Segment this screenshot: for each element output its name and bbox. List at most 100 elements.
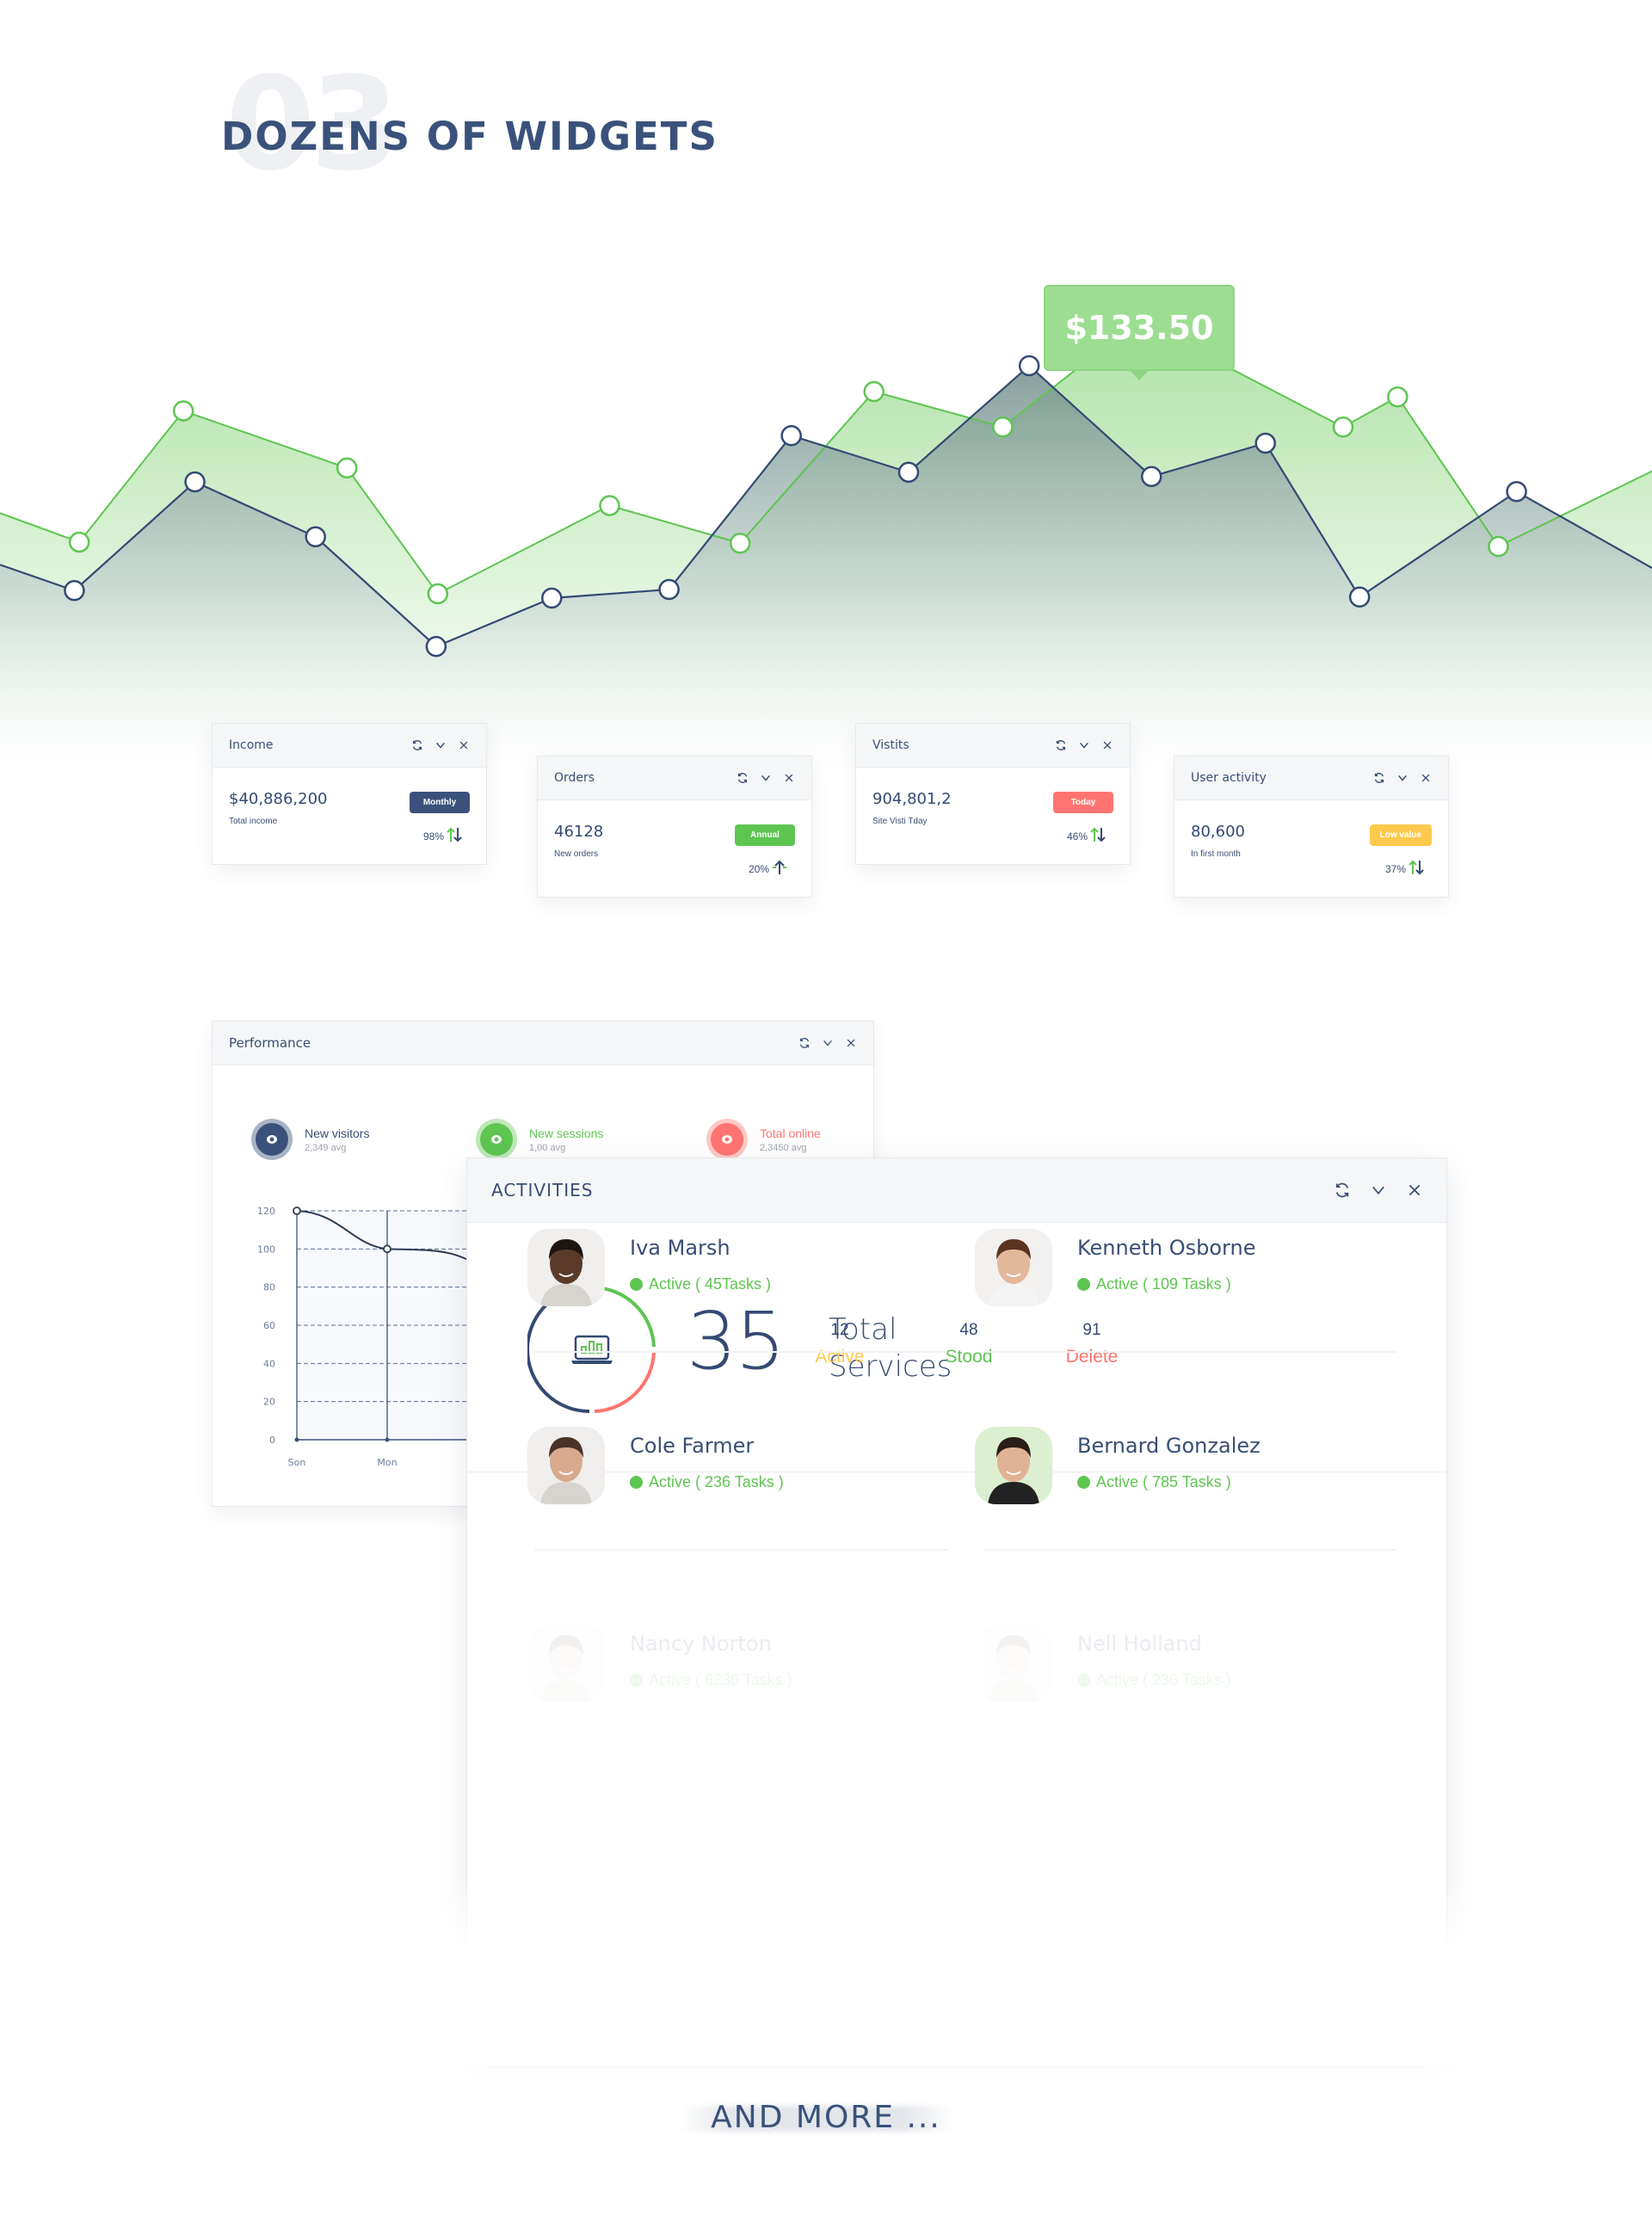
row-divider <box>534 1351 947 1353</box>
chevron-down-icon[interactable] <box>822 1037 834 1049</box>
person-list-item[interactable]: Nancy Norton Active ( 6236 Tasks ) <box>527 1625 792 1702</box>
green-data-point[interactable] <box>427 583 449 605</box>
stat-value: 80,600 <box>1191 823 1245 841</box>
person-list-item[interactable]: Cole Farmer Active ( 236 Tasks ) <box>527 1427 784 1504</box>
performance-legend-item[interactable]: Total online 2,3450 avg <box>706 1119 821 1160</box>
status-dot-icon <box>630 1278 643 1291</box>
navy-data-point[interactable] <box>425 636 447 657</box>
green-data-point[interactable] <box>172 400 194 422</box>
y-tick-label: 20 <box>263 1397 275 1408</box>
legend-label: New sessions <box>529 1126 604 1140</box>
green-data-point[interactable] <box>336 457 358 478</box>
status-dot-icon <box>630 1674 643 1687</box>
avatar <box>975 1427 1052 1504</box>
performance-data-point[interactable] <box>293 1207 301 1215</box>
green-data-point[interactable] <box>68 531 90 553</box>
up-down-arrows-icon <box>447 826 462 846</box>
close-icon[interactable] <box>1101 739 1113 751</box>
refresh-icon[interactable] <box>1333 1181 1352 1200</box>
activity-stat-label: Active <box>815 1347 865 1367</box>
green-data-point[interactable] <box>599 495 620 516</box>
period-badge[interactable]: Today <box>1053 792 1113 813</box>
stat-trend: 37% <box>1385 859 1424 879</box>
stat-card-body: 904,801,2 Site Visti Tday Today 46% <box>856 768 1130 864</box>
person-name: Nell Holland <box>1077 1632 1202 1656</box>
stat-trend: 98% <box>423 826 462 846</box>
period-badge[interactable]: Low value <box>1369 824 1432 846</box>
navy-data-point[interactable] <box>1506 481 1527 503</box>
trend-percent: 20% <box>748 862 769 875</box>
person-name: Iva Marsh <box>630 1236 730 1260</box>
performance-legend-item[interactable]: New visitors 2,349 avg <box>251 1119 369 1160</box>
period-badge[interactable]: Monthly <box>410 792 470 813</box>
person-status-text: Active ( 109 Tasks ) <box>1096 1275 1231 1293</box>
activity-stat-label: Delete <box>1065 1347 1119 1367</box>
person-status: Active ( 236 Tasks ) <box>1077 1671 1231 1689</box>
green-data-point[interactable] <box>1332 417 1354 438</box>
refresh-icon[interactable] <box>1055 739 1067 751</box>
close-icon[interactable] <box>1420 772 1432 784</box>
stat-card-title: Vistits <box>872 738 909 752</box>
performance-legend-item[interactable]: New sessions 1,00 avg <box>476 1119 603 1160</box>
person-list-item[interactable]: Bernard Gonzalez Active ( 785 Tasks ) <box>975 1427 1261 1504</box>
green-data-point[interactable] <box>1387 386 1409 408</box>
green-data-point[interactable] <box>863 380 885 403</box>
navy-data-point[interactable] <box>541 587 563 609</box>
chevron-down-icon[interactable] <box>1369 1181 1388 1200</box>
activity-stat-label: Stood <box>945 1347 993 1367</box>
refresh-icon[interactable] <box>411 739 423 751</box>
navy-data-point[interactable] <box>184 471 206 493</box>
refresh-icon[interactable] <box>798 1037 811 1049</box>
navy-data-point[interactable] <box>64 580 85 602</box>
refresh-icon[interactable] <box>1373 772 1385 784</box>
stat-card-header: User activity <box>1174 756 1448 800</box>
person-name: Nancy Norton <box>630 1632 772 1656</box>
stat-trend: 46% <box>1067 826 1106 846</box>
avatar <box>975 1625 1052 1702</box>
stat-card-body: $40,886,200 Total income Monthly 98% <box>213 768 486 864</box>
navy-data-point[interactable] <box>1140 466 1162 487</box>
green-data-point[interactable] <box>1488 535 1509 558</box>
y-tick-label: 0 <box>269 1435 275 1446</box>
navy-data-point[interactable] <box>1018 355 1040 377</box>
refresh-icon[interactable] <box>737 772 749 784</box>
chevron-down-icon[interactable] <box>1396 772 1409 784</box>
person-name: Bernard Gonzalez <box>1077 1434 1261 1458</box>
navy-data-point[interactable] <box>305 526 326 547</box>
green-data-point[interactable] <box>992 417 1014 438</box>
chevron-down-icon[interactable] <box>1078 739 1090 751</box>
performance-data-point[interactable] <box>383 1244 391 1254</box>
person-list-item[interactable]: Kenneth Osborne Active ( 109 Tasks ) <box>975 1229 1255 1306</box>
and-more-label: AND MORE ... <box>711 2100 941 2135</box>
status-dot-icon <box>630 1476 643 1489</box>
legend-sub: 1,00 avg <box>529 1142 566 1153</box>
close-icon[interactable] <box>783 772 795 784</box>
person-list-item[interactable]: Iva Marsh Active ( 45Tasks ) <box>527 1229 771 1306</box>
stat-card-header: Orders <box>538 756 811 800</box>
navy-data-point[interactable] <box>1348 586 1371 608</box>
y-tick-label: 100 <box>257 1244 275 1255</box>
close-icon[interactable] <box>1405 1181 1424 1200</box>
close-icon[interactable] <box>845 1037 857 1049</box>
close-icon[interactable] <box>458 739 470 751</box>
stat-label: Total income <box>229 817 278 826</box>
green-data-point[interactable] <box>729 533 751 554</box>
activity-stat-active: 12 Active <box>797 1321 883 1367</box>
person-list-item[interactable]: Nell Holland Active ( 236 Tasks ) <box>975 1625 1231 1702</box>
arrow-up-icon <box>772 859 787 879</box>
period-badge[interactable]: Annual <box>735 824 795 846</box>
axis-tick-dot <box>294 1437 299 1442</box>
chevron-down-icon[interactable] <box>760 772 772 784</box>
navy-data-point[interactable] <box>897 461 920 483</box>
chevron-down-icon[interactable] <box>435 739 447 751</box>
row-divider <box>983 1351 1396 1353</box>
row-divider <box>983 1549 1396 1551</box>
navy-data-point[interactable] <box>658 578 680 601</box>
person-status-text: Active ( 785 Tasks ) <box>1096 1473 1231 1490</box>
trend-percent: 37% <box>1384 862 1406 875</box>
navy-data-point[interactable] <box>1254 432 1276 454</box>
navy-data-point[interactable] <box>780 425 802 447</box>
person-name: Kenneth Osborne <box>1077 1236 1256 1260</box>
stat-card-title: Income <box>229 738 274 752</box>
row-divider <box>534 1549 947 1551</box>
